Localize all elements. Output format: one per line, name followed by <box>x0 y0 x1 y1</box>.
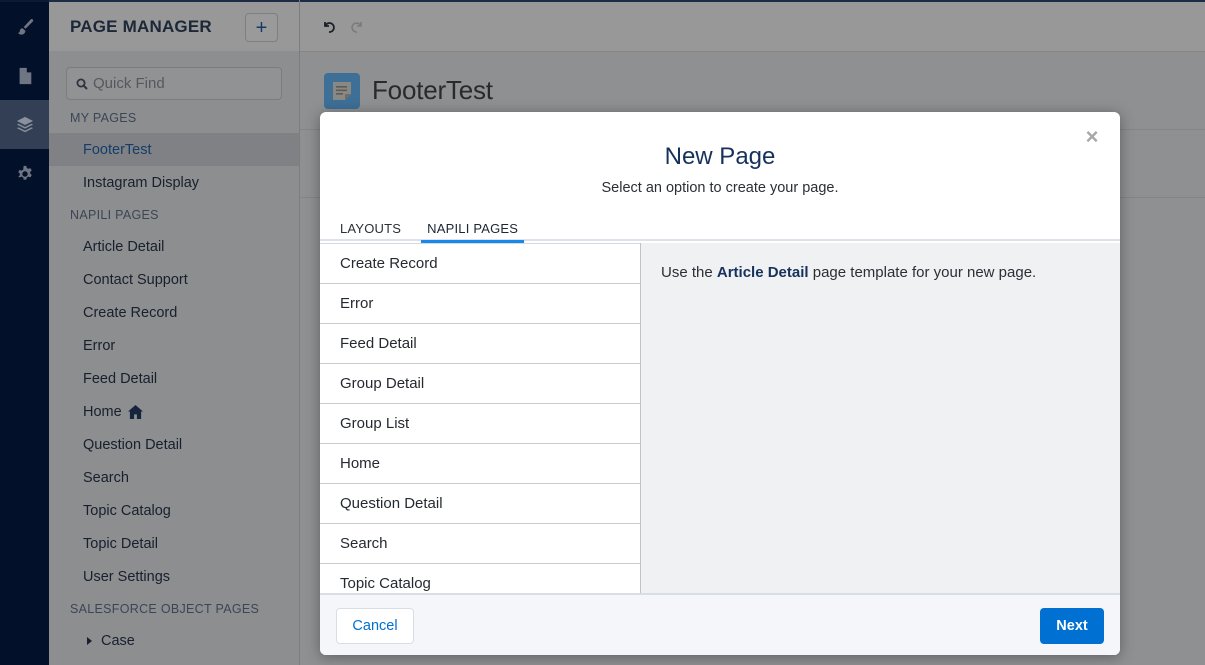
template-item-feed-detail[interactable]: Feed Detail <box>320 323 640 363</box>
template-item-question-detail[interactable]: Question Detail <box>320 483 640 523</box>
redo-icon[interactable] <box>350 20 364 34</box>
quick-find-input[interactable] <box>93 75 273 92</box>
sidebar-item-user-settings[interactable]: User Settings <box>49 560 299 593</box>
rail-item-pages[interactable] <box>0 51 49 100</box>
sidebar-item-article-detail[interactable]: Article Detail <box>49 230 299 263</box>
sidebar-item-create-record[interactable]: Create Record <box>49 296 299 329</box>
section-napili-pages: NAPILI PAGES <box>70 208 159 222</box>
template-description: Use the Article Detail page template for… <box>641 243 1120 593</box>
page-note-icon <box>324 72 360 109</box>
modal-subtitle: Select an option to create your page. <box>601 180 839 196</box>
sidebar-item-instagram-display[interactable]: Instagram Display <box>49 166 299 199</box>
sidebar-item-label: User Settings <box>83 568 171 585</box>
cancel-button[interactable]: Cancel <box>336 608 414 644</box>
sidebar-item-label: FooterTest <box>83 141 152 158</box>
sidebar-item-label: Topic Detail <box>83 535 158 552</box>
modal-footer: Cancel Next <box>320 593 1120 655</box>
section-salesforce-object-pages: SALESFORCE OBJECT PAGES <box>70 602 260 616</box>
sidebar-item-label: Error <box>83 337 116 354</box>
template-list[interactable]: Create Record Error Feed Detail Group De… <box>320 243 641 593</box>
sidebar-item-label: Feed Detail <box>83 370 158 387</box>
sidebar-item-contact-support[interactable]: Contact Support <box>49 263 299 296</box>
sidebar-item-topic-detail[interactable]: Topic Detail <box>49 527 299 560</box>
template-item-group-detail[interactable]: Group Detail <box>320 363 640 403</box>
sidebar-item-topic-catalog[interactable]: Topic Catalog <box>49 494 299 527</box>
rail-item-branding[interactable] <box>0 2 49 51</box>
tab-layouts[interactable]: LAYOUTS <box>340 215 401 241</box>
sidebar-item-label: Home <box>83 403 122 420</box>
quick-find-field[interactable] <box>66 67 282 100</box>
sidebar-item-label: Topic Catalog <box>83 502 171 519</box>
tab-napili-pages[interactable]: NAPILI PAGES <box>421 215 525 243</box>
layers-icon <box>16 116 33 132</box>
sidebar-header: PAGE MANAGER + <box>49 0 299 51</box>
description-prefix: Use the <box>661 264 717 281</box>
sidebar-item-search[interactable]: Search <box>49 461 299 494</box>
close-icon[interactable]: × <box>1082 124 1102 149</box>
rail-item-page-manager[interactable] <box>0 100 49 149</box>
home-icon <box>127 404 143 419</box>
sidebar-item-error[interactable]: Error <box>49 329 299 362</box>
gear-icon <box>17 165 32 180</box>
sidebar-item-label: Create Record <box>83 304 178 321</box>
next-button[interactable]: Next <box>1040 608 1104 644</box>
sidebar-item-home[interactable]: Home <box>49 395 299 428</box>
page-icon <box>19 67 31 84</box>
sidebar-item-label: Article Detail <box>83 238 165 255</box>
template-item-create-record[interactable]: Create Record <box>320 243 640 283</box>
sidebar-item-label: Instagram Display <box>83 174 200 191</box>
toolbar <box>300 0 1205 52</box>
modal-tabs: LAYOUTS NAPILI PAGES <box>320 215 1120 243</box>
page-manager-sidebar: PAGE MANAGER + MY PAGES FooterTest Insta… <box>49 0 300 665</box>
sidebar-item-feed-detail[interactable]: Feed Detail <box>49 362 299 395</box>
new-page-modal: × New Page Select an option to create yo… <box>320 112 1120 655</box>
sidebar-item-footertest[interactable]: FooterTest <box>49 133 299 166</box>
template-item-error[interactable]: Error <box>320 283 640 323</box>
template-item-group-list[interactable]: Group List <box>320 403 640 443</box>
section-my-pages: MY PAGES <box>70 111 137 125</box>
template-item-home[interactable]: Home <box>320 443 640 483</box>
sidebar-title: PAGE MANAGER <box>70 16 212 36</box>
rail-item-settings[interactable] <box>0 149 49 198</box>
description-template-name: Article Detail <box>716 264 809 281</box>
sidebar-item-case[interactable]: Case <box>49 624 299 657</box>
sidebar-item-label: Contact Support <box>83 271 188 288</box>
search-icon <box>76 78 88 90</box>
modal-title: New Page <box>664 143 776 170</box>
sidebar-item-label: Case <box>101 632 135 649</box>
template-item-topic-catalog[interactable]: Topic Catalog <box>320 563 640 593</box>
add-page-button[interactable]: + <box>245 13 278 42</box>
app-rail <box>0 0 49 665</box>
brush-icon <box>17 18 33 35</box>
page-title: FooterTest <box>372 75 493 105</box>
sidebar-item-label: Question Detail <box>83 436 183 453</box>
expand-triangle-icon[interactable] <box>87 636 92 645</box>
sidebar-item-question-detail[interactable]: Question Detail <box>49 428 299 461</box>
description-suffix: page template for your new page. <box>808 264 1037 281</box>
undo-icon[interactable] <box>322 20 336 34</box>
sidebar-item-label: Search <box>83 469 129 486</box>
template-item-search[interactable]: Search <box>320 523 640 563</box>
